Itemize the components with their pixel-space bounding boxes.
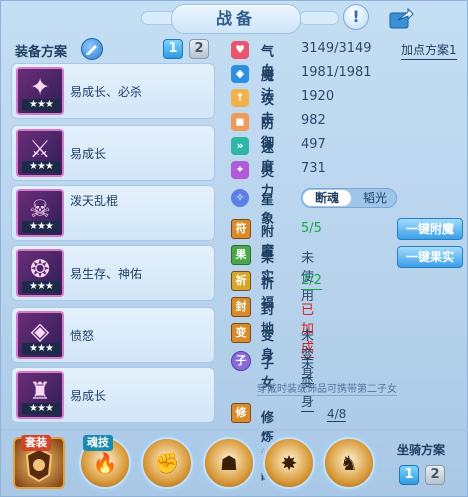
equipment-desc: 易成长: [70, 389, 107, 403]
strike-icon: ✸: [280, 451, 298, 475]
enchant-icon: 符: [231, 219, 251, 239]
pencil-icon: [86, 45, 97, 55]
mount-2-button[interactable]: 2: [425, 465, 445, 485]
sword-icon: ⚔ ★★★: [16, 129, 64, 177]
equipment-desc: 易成长、必杀: [70, 85, 143, 99]
equipment-row[interactable]: ⚔ ★★★ 易成长: [11, 125, 215, 181]
armor-icon: ♜ ★★★: [16, 371, 64, 419]
mount-scheme-label: 坐骑方案: [397, 443, 446, 457]
divider: [1, 429, 468, 431]
equipment-row[interactable]: ✦ ★★★ 易成长、必杀: [11, 63, 215, 119]
mask-icon: ☠ ★★★: [16, 189, 64, 237]
mount-1-button[interactable]: 1: [399, 465, 419, 485]
title-cloud-right: [299, 11, 339, 25]
battle-prep-panel: 战备 ! 装备方案 1 2 ✦ ★★★ 易成长、必杀 ⚔ ★★★ 易成长 ☠ ★★★ …: [0, 0, 468, 497]
page-title: 战备: [171, 4, 301, 34]
suit-tag: 套装: [21, 435, 51, 451]
header: 战备 !: [1, 1, 468, 35]
equipment-desc: 泼天乱棍: [70, 194, 119, 208]
skill-slot[interactable]: ✊: [141, 437, 193, 489]
heart-icon: ♥: [231, 41, 249, 59]
equipment-desc: 易成长: [70, 147, 107, 161]
second-child-note: 穿戴时装或饰品可携带第二子女: [257, 380, 397, 396]
speed-icon: »: [231, 137, 249, 155]
scheme-1-button[interactable]: 1: [163, 39, 183, 59]
equipment-desc: 易生存、神佑: [70, 267, 143, 281]
blessing-icon: 祈: [231, 271, 251, 291]
edit-icon[interactable]: [81, 38, 103, 60]
one-key-enchant-button[interactable]: 一键附魔: [397, 218, 463, 240]
star-map-toggle[interactable]: 断魂 韬光: [301, 188, 397, 208]
belt-icon: ◈ ★★★: [16, 311, 64, 359]
necklace-icon: ❂ ★★★: [16, 249, 64, 297]
share-icon[interactable]: [388, 6, 414, 30]
skill-slot[interactable]: ☗: [203, 437, 255, 489]
cultivation-icon: 修: [231, 403, 251, 423]
claw-weapon-icon: ✦ ★★★: [16, 67, 64, 115]
fruit-icon: 果: [231, 245, 251, 265]
fist-icon: ✊: [154, 451, 180, 475]
scheme-2-button[interactable]: 2: [189, 39, 209, 59]
warrior-icon: ☗: [220, 451, 238, 475]
equipment-row[interactable]: ◈ ★★★ 愤怒: [11, 307, 215, 363]
equipment-desc: 愤怒: [70, 329, 95, 343]
equipment-row[interactable]: ☠ ★★★ 泼天乱棍: [11, 185, 215, 241]
equipment-row[interactable]: ❂ ★★★ 易生存、神佑: [11, 245, 215, 301]
plus-scheme-link[interactable]: 加点方案1: [401, 41, 457, 60]
silhouette-icon: ♞: [340, 451, 358, 475]
fief-icon: 封: [231, 297, 251, 317]
transform-icon: 变: [231, 323, 251, 343]
one-key-fruit-button[interactable]: 一键果实: [397, 246, 463, 268]
skill-slot[interactable]: ♞: [323, 437, 375, 489]
equip-scheme-label: 装备方案: [15, 45, 68, 60]
spirit-icon: ✦: [231, 161, 249, 179]
skill-slot[interactable]: ✸: [263, 437, 315, 489]
mana-icon: ◆: [231, 65, 249, 83]
star-map-icon: ✧: [231, 189, 249, 207]
star-map-option-off[interactable]: 韬光: [354, 190, 396, 206]
defense-icon: ◼: [231, 113, 249, 131]
help-button[interactable]: !: [343, 4, 369, 30]
attack-icon: ↑: [231, 89, 249, 107]
equipment-row[interactable]: ♜ ★★★ 易成长: [11, 367, 215, 423]
soul-skill-tag: 魂技: [83, 435, 113, 451]
star-map-option-on[interactable]: 断魂: [303, 190, 351, 206]
child-icon: 子: [231, 351, 251, 371]
